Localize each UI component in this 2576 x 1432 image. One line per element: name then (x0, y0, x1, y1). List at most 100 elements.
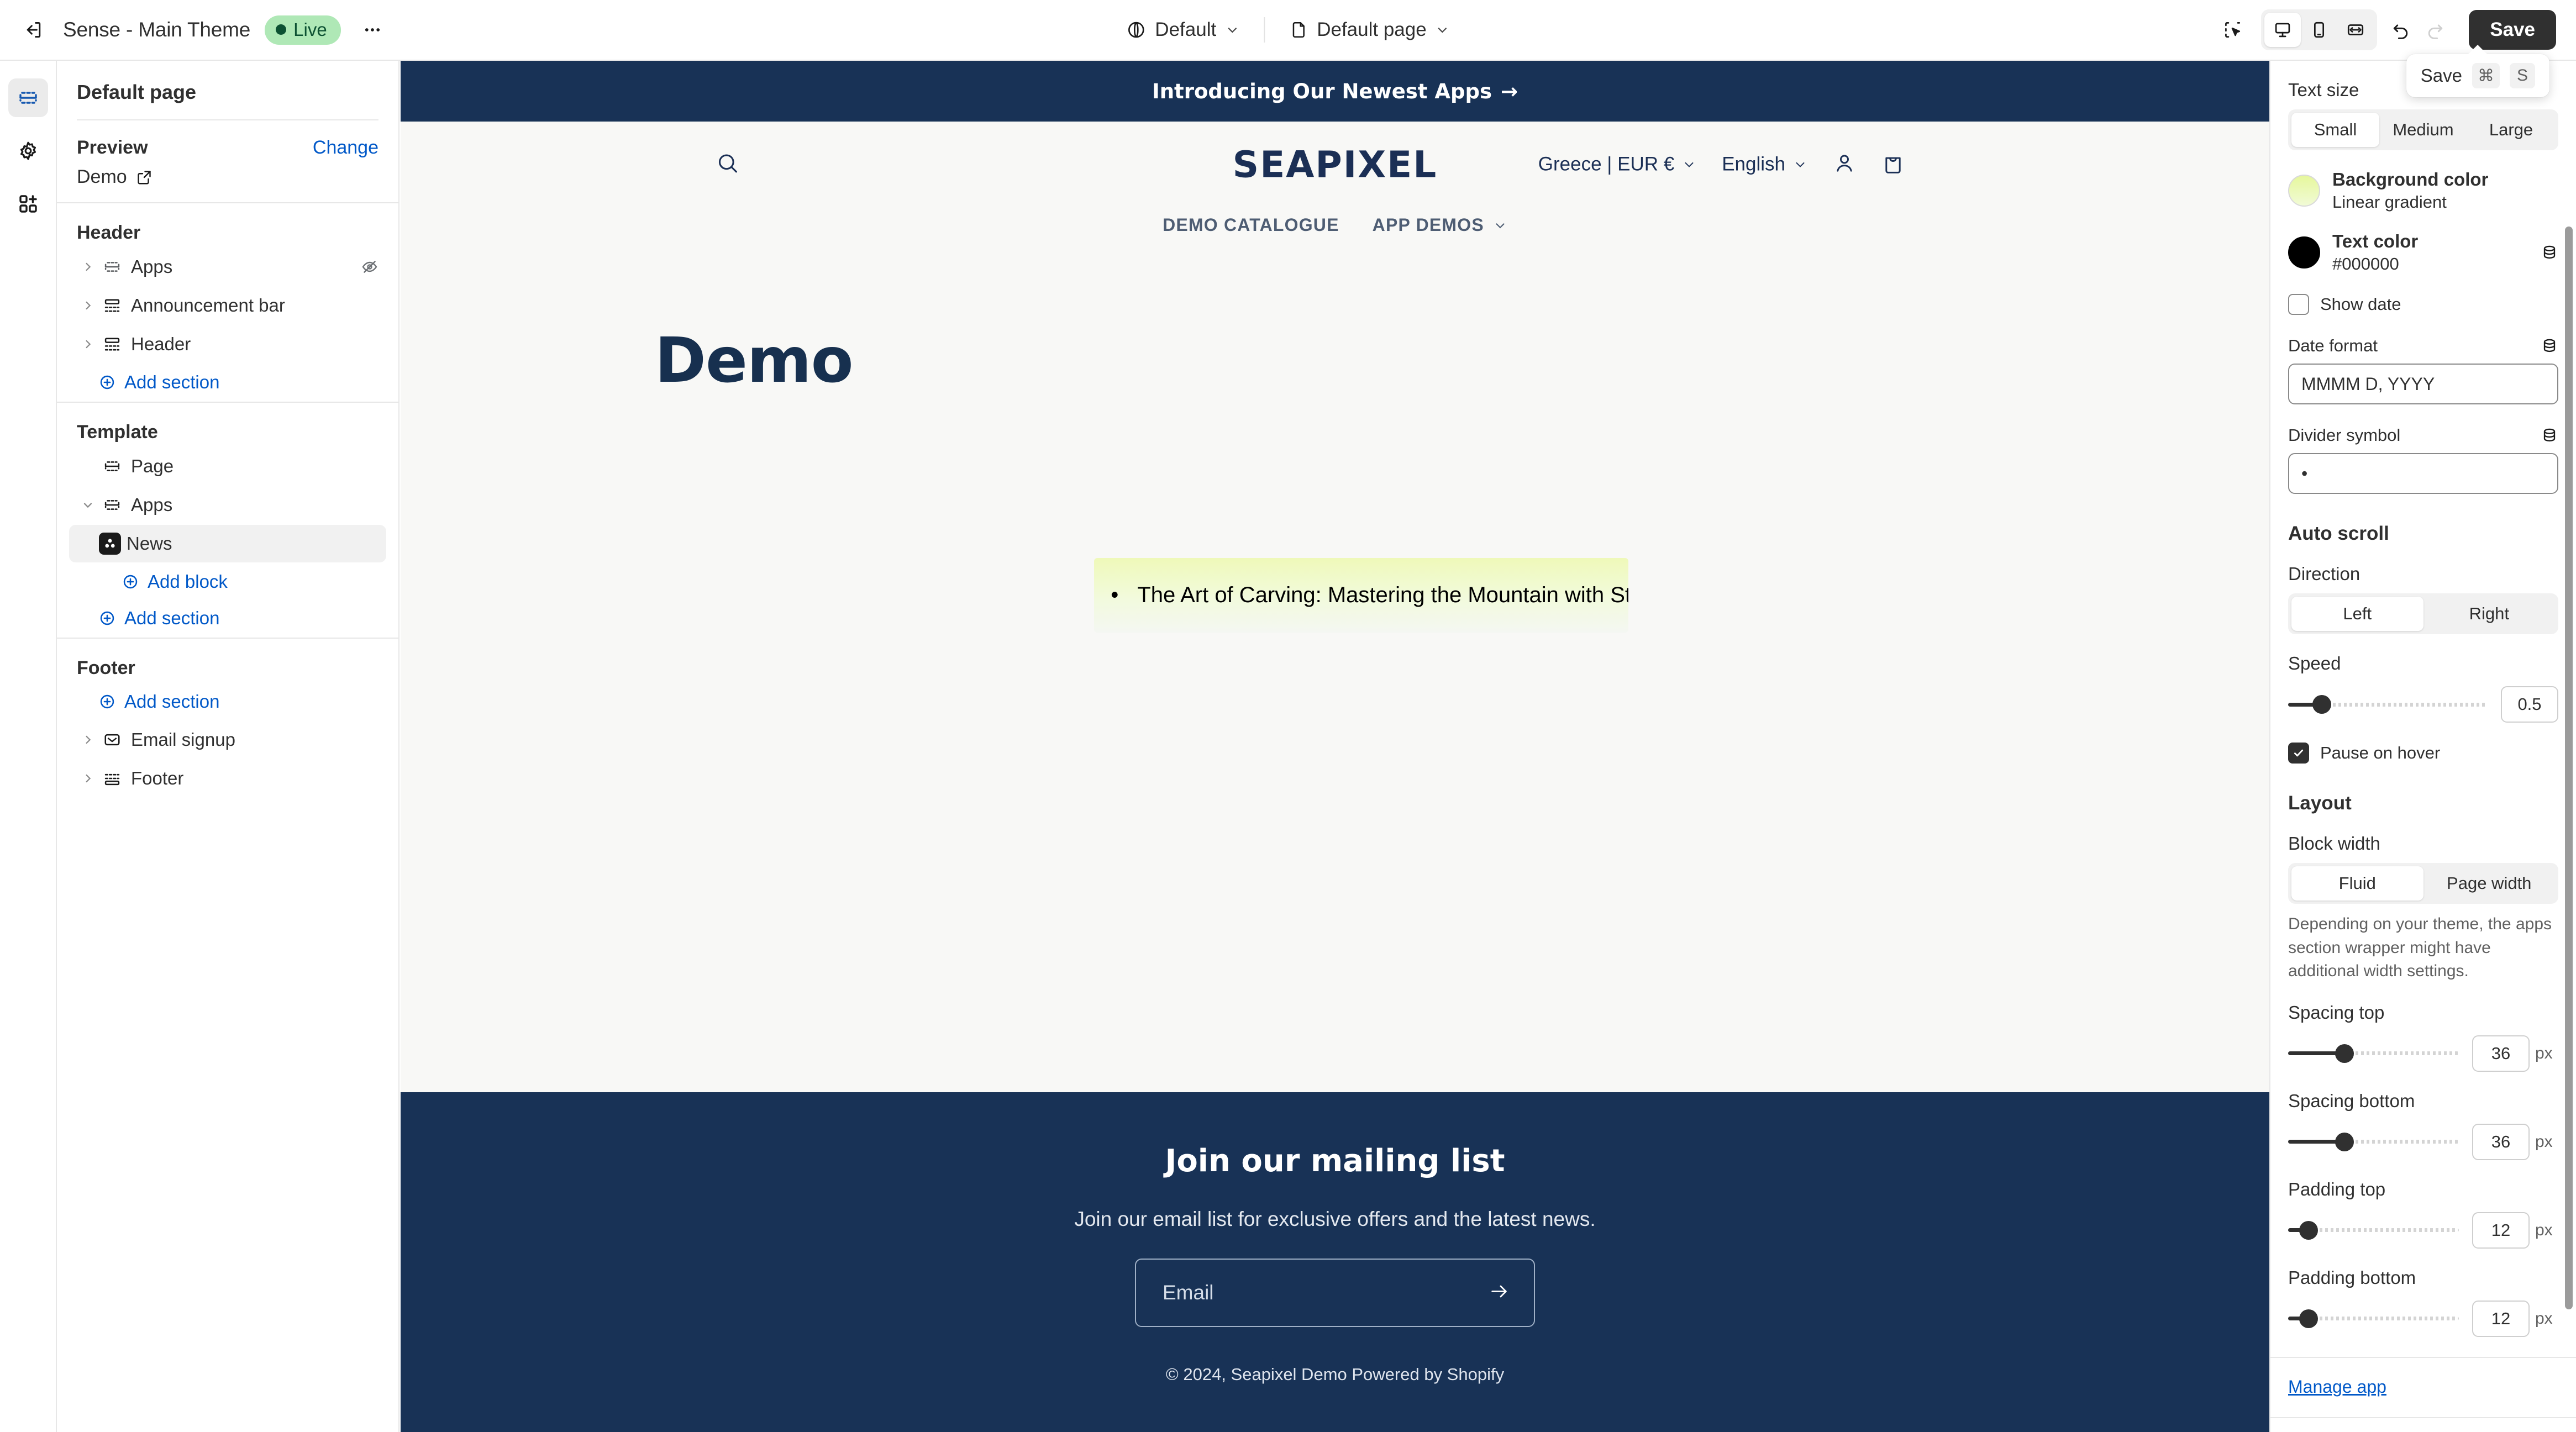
nav-item-app-demos[interactable]: APP DEMOS (1373, 215, 1507, 235)
section-icon (99, 769, 125, 788)
language-label: English (1722, 153, 1785, 175)
text-color-swatch[interactable] (2288, 236, 2320, 268)
text-size-large-button[interactable]: Large (2467, 113, 2555, 147)
sidebar-item-email-signup[interactable]: Email signup (69, 721, 386, 759)
direction-left-button[interactable]: Left (2291, 597, 2423, 631)
rail-apps-add-icon[interactable] (8, 185, 48, 223)
announcement-bar[interactable]: Introducing Our Newest Apps → (401, 61, 2269, 122)
settings-panel-scrollbar[interactable] (2565, 227, 2573, 1309)
arrow-right-icon[interactable] (1489, 1281, 1510, 1305)
padding-bottom-slider-knob[interactable] (2299, 1309, 2319, 1328)
sidebar-item-announcement-bar[interactable]: Announcement bar (69, 287, 386, 324)
date-format-input[interactable] (2288, 364, 2558, 404)
user-icon[interactable] (1833, 151, 1856, 177)
text-size-small-button[interactable]: Small (2291, 113, 2379, 147)
sidebar-item-page[interactable]: Page (69, 448, 386, 485)
search-icon[interactable] (716, 151, 740, 178)
news-marquee: g • The Art of Carving: Mastering the Mo… (1094, 558, 1628, 633)
chevron-right-icon[interactable] (77, 733, 99, 746)
inspector-select-icon[interactable] (2216, 13, 2250, 47)
language-selector[interactable]: English (1722, 154, 1807, 176)
padding-top-value-input[interactable]: 12 (2472, 1212, 2530, 1249)
add-block-button[interactable]: Add block (69, 565, 386, 599)
manage-app-link[interactable]: Manage app (2288, 1377, 2386, 1397)
chevron-right-icon[interactable] (77, 299, 99, 312)
speed-value-input[interactable]: 0.5 (2501, 686, 2558, 723)
spacing-top-value-input[interactable]: 36 (2472, 1035, 2530, 1072)
rail-gear-icon[interactable] (8, 131, 48, 170)
show-date-row[interactable]: Show date (2288, 294, 2558, 315)
chevron-right-icon[interactable] (77, 772, 99, 785)
settings-divider (2270, 1417, 2576, 1418)
plus-circle-icon (123, 575, 138, 589)
exit-icon[interactable] (17, 13, 51, 47)
hidden-eye-icon[interactable] (361, 258, 378, 276)
store-logo[interactable]: SEAPIXEL (1233, 143, 1438, 186)
undo-icon[interactable] (2384, 13, 2418, 47)
add-section-footer-button[interactable]: Add section (69, 685, 386, 719)
save-button[interactable]: Save (2469, 10, 2556, 50)
device-fullwidth-button[interactable] (2337, 13, 2374, 47)
dynamic-source-icon[interactable] (2541, 337, 2558, 355)
background-color-swatch[interactable] (2288, 175, 2320, 207)
section-icon (99, 335, 125, 354)
chevron-down-icon[interactable] (77, 498, 99, 512)
storefront-footer: Join our mailing list Join our email lis… (401, 1092, 2269, 1432)
preview-change-link[interactable]: Change (313, 137, 378, 159)
divider-symbol-input[interactable] (2288, 453, 2558, 494)
divider-symbol-header: Divider symbol (2288, 425, 2558, 445)
padding-top-slider[interactable] (2288, 1219, 2459, 1241)
pause-on-hover-row[interactable]: Pause on hover (2288, 743, 2558, 764)
status-badge: Live (265, 15, 341, 45)
speed-slider-knob[interactable] (2312, 695, 2332, 714)
dynamic-source-icon[interactable] (2541, 244, 2558, 261)
direction-right-button[interactable]: Right (2423, 597, 2556, 631)
sidebar-group-footer: Footer Add section Email signup Footer (57, 639, 398, 797)
sidebar-item-footer[interactable]: Footer (69, 760, 386, 797)
divider-symbol-label: Divider symbol (2288, 425, 2401, 445)
padding-bottom-value-input[interactable]: 12 (2472, 1300, 2530, 1337)
chevron-right-icon[interactable] (77, 260, 99, 273)
device-desktop-button[interactable] (2264, 13, 2301, 47)
dynamic-source-icon[interactable] (2541, 427, 2558, 444)
spacing-bottom-value-input[interactable]: 36 (2472, 1123, 2530, 1160)
sidebar-item-apps-header[interactable]: Apps (69, 248, 386, 286)
currency-selector[interactable]: Greece | EUR € (1538, 154, 1696, 176)
pause-on-hover-checkbox[interactable] (2288, 743, 2309, 764)
spacing-bottom-slider-knob[interactable] (2335, 1132, 2354, 1151)
cart-icon[interactable] (1881, 151, 1905, 177)
sidebar-title: Default page (77, 81, 197, 103)
preview-value[interactable]: Demo (57, 159, 398, 188)
block-width-fluid-button[interactable]: Fluid (2291, 866, 2423, 901)
email-field[interactable] (1163, 1281, 1507, 1304)
chevron-right-icon[interactable] (77, 338, 99, 351)
text-size-medium-button[interactable]: Medium (2379, 113, 2467, 147)
locale-selector[interactable]: Default (1115, 12, 1250, 48)
padding-bottom-slider[interactable] (2288, 1308, 2459, 1330)
sidebar-item-apps-template[interactable]: Apps (69, 486, 386, 524)
page-selector[interactable]: Default page (1278, 12, 1460, 48)
padding-top-unit: px (2535, 1220, 2553, 1239)
preview-value-label: Demo (77, 166, 127, 187)
rail-sections-icon[interactable] (8, 78, 48, 117)
spacing-top-slider[interactable] (2288, 1043, 2459, 1065)
add-section-template-button[interactable]: Add section (69, 601, 386, 635)
text-color-label: Text color (2332, 231, 2419, 251)
add-section-header-button[interactable]: Add section (69, 365, 386, 399)
speed-slider[interactable] (2288, 693, 2488, 715)
background-color-row[interactable]: Background color Linear gradient (2288, 169, 2558, 212)
news-marquee-block[interactable]: g • The Art of Carving: Mastering the Mo… (1094, 558, 1628, 633)
padding-top-slider-knob[interactable] (2299, 1220, 2319, 1240)
show-date-checkbox[interactable] (2288, 294, 2309, 315)
block-width-page-width-button[interactable]: Page width (2423, 866, 2556, 901)
device-mobile-button[interactable] (2301, 13, 2337, 47)
more-options-icon[interactable] (355, 13, 390, 47)
live-dot-icon (276, 24, 287, 35)
sidebar-item-news[interactable]: News (69, 525, 386, 562)
spacing-top-slider-knob[interactable] (2335, 1044, 2354, 1063)
nav-item-demo-catalogue[interactable]: DEMO CATALOGUE (1163, 215, 1339, 235)
text-color-row[interactable]: Text color #000000 (2288, 231, 2558, 274)
spacing-bottom-value-wrap: 36 px (2472, 1123, 2558, 1160)
sidebar-item-header[interactable]: Header (69, 325, 386, 363)
spacing-bottom-slider[interactable] (2288, 1131, 2459, 1153)
